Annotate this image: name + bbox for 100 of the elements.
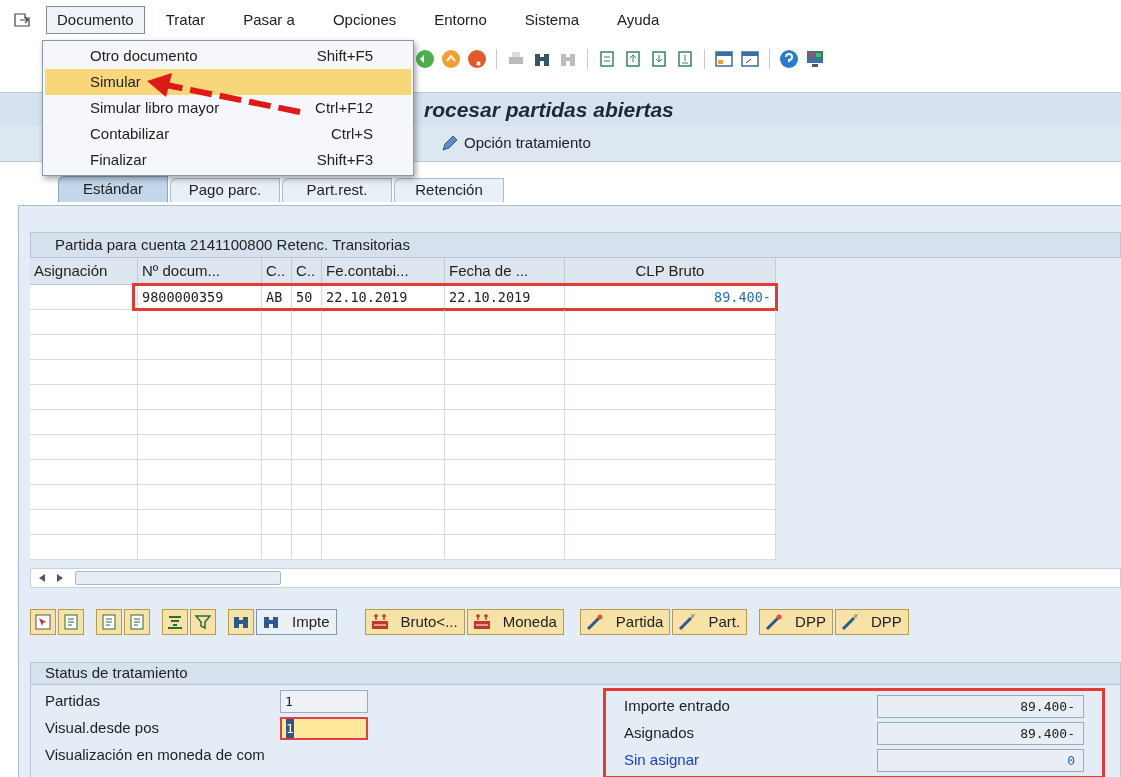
menu-item[interactable]: Simular [45,69,411,95]
table-cell [292,435,322,460]
menu-item-label: Simular libro mayor [90,97,220,118]
wand-icon [678,613,697,631]
tab[interactable]: Part.rest. [282,178,392,202]
menu-item[interactable]: Ayuda [606,5,671,35]
field-label: Visualización en moneda de com [45,745,266,766]
toolbar-button[interactable]: Part. [672,609,748,635]
table-cell [262,485,292,510]
menu-item[interactable]: Pasar a [232,5,306,35]
column-header[interactable]: C.. [262,258,292,285]
sort-icon [166,613,184,631]
table-cell [292,485,322,510]
table-cell [292,510,322,535]
toolbar-button[interactable] [228,609,254,635]
pencil-icon [440,134,458,153]
help-icon[interactable] [779,49,799,69]
menu-item[interactable]: Contabilizar Ctrl+S [45,121,411,147]
tab[interactable]: Estándar [58,176,168,202]
menu-item[interactable]: Tratar [154,5,217,35]
window-icon[interactable] [714,49,734,69]
shortcut-label: Shift+F5 [316,45,373,66]
table-cell [262,360,292,385]
tab[interactable]: Pago parc. [170,178,280,202]
output-field: 0 [876,749,1084,772]
menu-item-label: Finalizar [90,149,147,170]
scrollbar-thumb[interactable] [75,571,281,585]
table-cell [262,385,292,410]
scroll-right-icon[interactable] [57,574,63,582]
page-icon[interactable] [623,49,643,69]
shortcut-label: Ctrl+S [330,123,373,144]
output-field: 89.400- [876,695,1084,718]
menu-item[interactable]: Otro documento Shift+F5 [45,43,411,69]
table-cell [262,410,292,435]
table-cell [262,460,292,485]
table-cell [292,410,322,435]
toolbar-button[interactable] [30,609,56,635]
toolbar-button[interactable]: Impte [256,609,337,635]
document-icon [62,613,80,631]
toolbar-button[interactable] [124,609,150,635]
wand-icon [585,613,604,631]
wand-icon [840,613,859,631]
field-label: Visual.desde pos [45,718,160,739]
window-icon[interactable] [740,49,760,69]
menu-item[interactable]: Entorno [423,5,498,35]
table-cell [262,510,292,535]
group-title: Status de tratamiento [31,663,1120,685]
column-header[interactable]: Nº docum... [138,258,262,285]
menu-item[interactable]: Opciones [321,5,408,35]
cursor-icon [34,613,52,631]
menu-item[interactable]: Sistema [513,5,590,35]
output-field: 89.400- [876,722,1084,745]
circle-icon[interactable] [415,49,435,69]
link[interactable]: Sin asignar [624,749,877,772]
cancel-icon[interactable] [467,49,487,69]
wand-icon [765,613,784,631]
table-cell [262,335,292,360]
toolbar-button[interactable] [162,609,188,635]
monitor-icon[interactable] [805,49,825,69]
scroll-left-icon[interactable] [39,574,45,582]
column-header[interactable]: Asignación [30,258,138,285]
column-header[interactable]: Fe.contabi... [322,258,445,285]
table-cell [262,535,292,560]
filter-icon [194,613,212,631]
toolbar-button[interactable] [96,609,122,635]
menu-item[interactable]: Documento [46,5,145,35]
page-icon[interactable] [649,49,669,69]
table-cell [292,360,322,385]
table-cell [292,385,322,410]
column-header[interactable]: Fecha de ... [445,258,565,285]
menu-item[interactable]: Finalizar Shift+F3 [45,147,411,173]
toolbar-button[interactable]: DPP [834,609,909,635]
input-field[interactable]: 1 [280,690,368,713]
page-icon[interactable] [597,49,617,69]
menu-item[interactable]: Simular libro mayor Ctrl+F12 [45,95,411,121]
toolbar-button[interactable]: Bruto<... [364,609,465,635]
toolbar-button[interactable] [190,609,216,635]
menu-item-label: Simular [90,71,141,92]
table-cell [262,435,292,460]
table-cell [292,310,322,335]
currency-icon [370,613,389,631]
field-label: Partidas [45,691,102,712]
table-cell [292,535,322,560]
toolbar-button[interactable]: Opción tratamiento [436,132,595,155]
column-header[interactable]: CLP Bruto [565,258,776,285]
horizontal-scrollbar[interactable] [30,568,1121,588]
table-cell [292,460,322,485]
screen-title: rocesar partidas abiertas [424,96,674,123]
table-caption: Partida para cuenta 2141100800 Retenc. Transitorias [30,232,1121,258]
tab[interactable]: Retención [394,178,504,202]
circle-icon[interactable] [441,49,461,69]
toolbar-button[interactable]: Partida [579,609,671,635]
shortcut-label: Ctrl+F12 [315,97,373,118]
page-icon[interactable] [675,49,695,69]
toolbar-button[interactable]: Moneda [466,609,564,635]
input-field[interactable]: 1 [280,717,368,740]
column-header[interactable]: C.. [292,258,322,285]
toolbar-button[interactable] [58,609,84,635]
field-label: Importe entrado [624,696,731,717]
toolbar-button[interactable]: DPP [759,609,833,635]
